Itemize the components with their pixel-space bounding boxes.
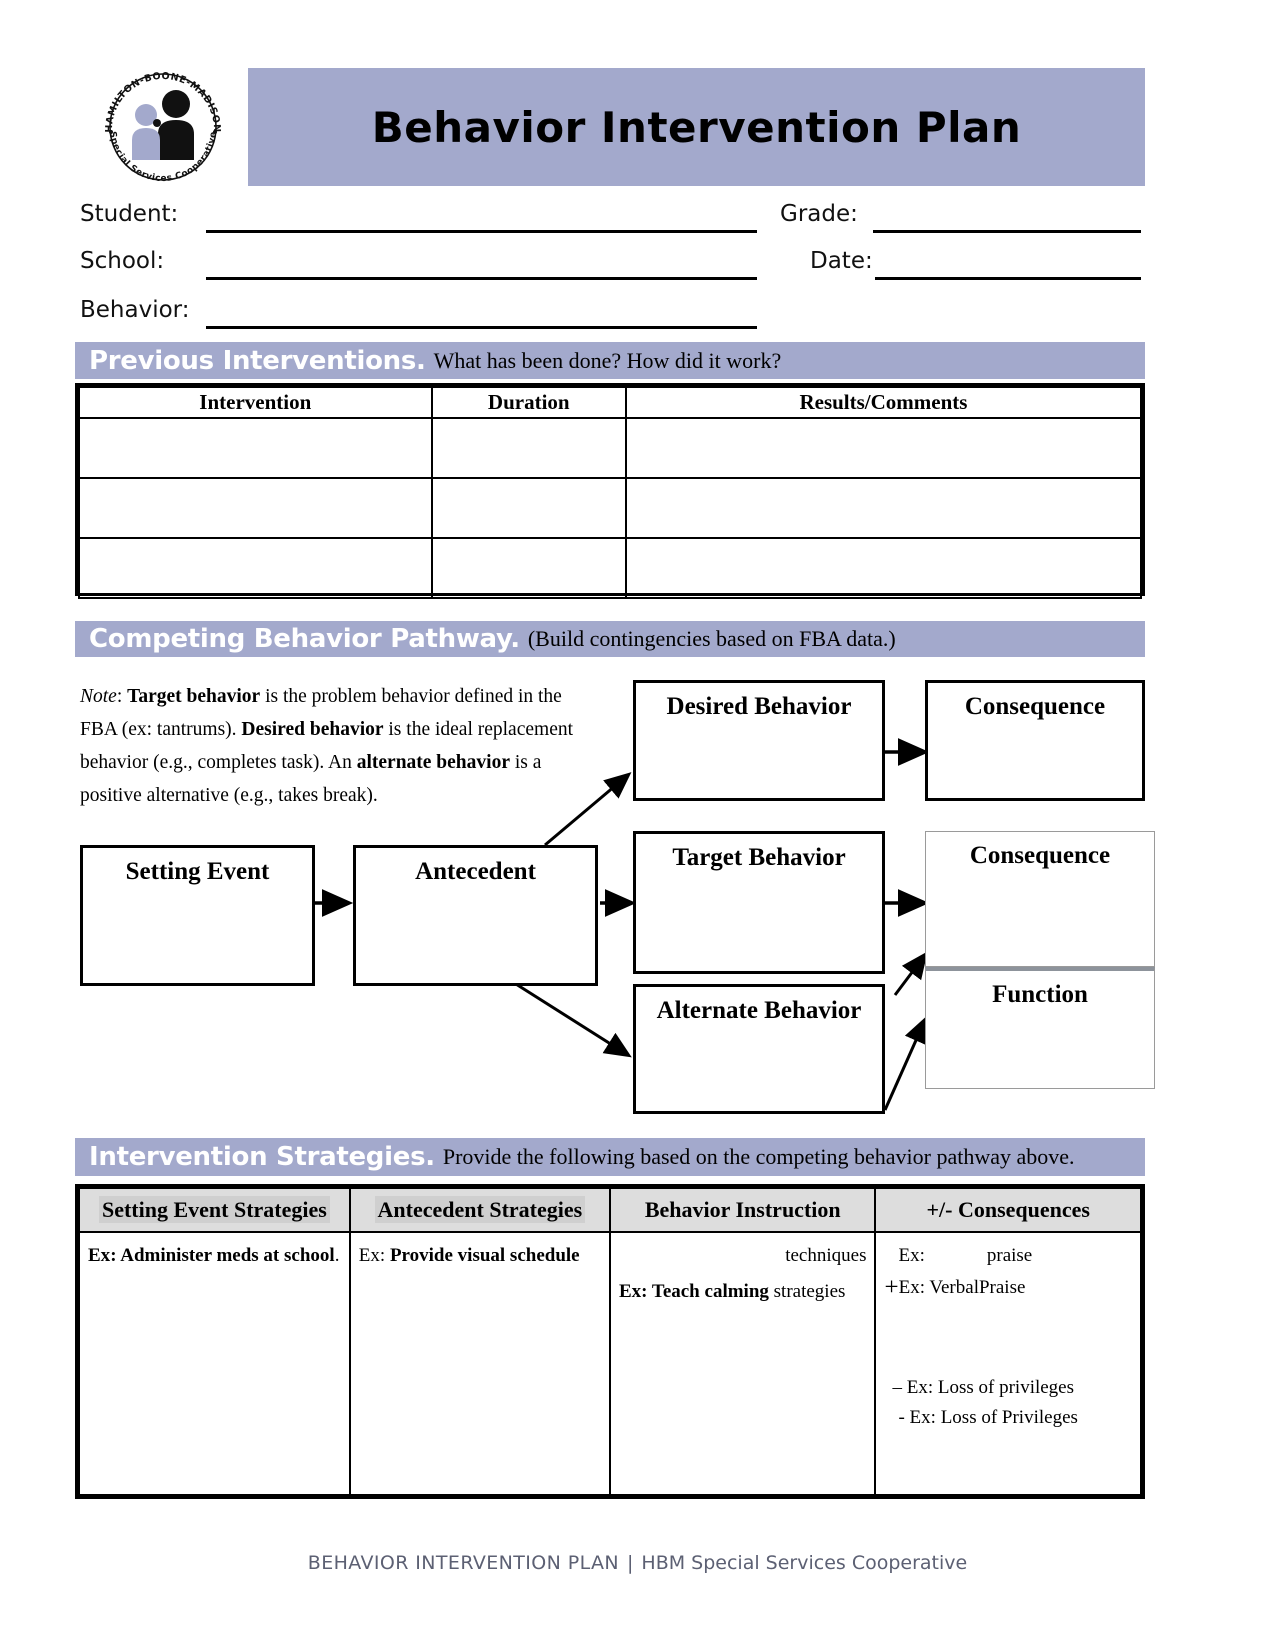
ex-sep: : bbox=[379, 1245, 390, 1266]
ex-prefix: Ex bbox=[88, 1245, 111, 1266]
ex-sep: : bbox=[110, 1245, 121, 1266]
cell-duration[interactable] bbox=[430, 417, 627, 479]
page-footer: BEHAVIOR INTERVENTION PLAN | HBM Special S… bbox=[0, 1552, 1275, 1574]
date-input[interactable] bbox=[875, 277, 1141, 280]
table-row bbox=[78, 417, 1143, 479]
cell-setting-event-strategies[interactable]: Ex: Administer meds at school. bbox=[78, 1231, 351, 1496]
box-alternate-behavior[interactable]: Alternate Behavior bbox=[633, 984, 885, 1114]
box-consequence-target[interactable]: Consequence bbox=[925, 831, 1155, 967]
cell-intervention[interactable] bbox=[78, 537, 433, 599]
footer-separator: | bbox=[627, 1552, 634, 1574]
header-text: Antecedent Strategies bbox=[374, 1196, 586, 1223]
intervention-strategies-banner-subtitle: Provide the following based on the compe… bbox=[442, 1144, 1075, 1169]
behavior-input[interactable] bbox=[206, 326, 757, 329]
plus-icon: + bbox=[884, 1274, 899, 1301]
ex-text: Ex: Loss of privileges bbox=[906, 1377, 1075, 1398]
ex-prefix: Ex: Teach bbox=[618, 1281, 705, 1302]
cell-antecedent-strategies[interactable]: Ex: Provide visual schedule bbox=[348, 1231, 611, 1496]
box-target-behavior[interactable]: Target Behavior bbox=[633, 831, 885, 974]
hbm-logo: HAMILTON-BOONE-MADISON Special Services … bbox=[88, 68, 238, 186]
title-banner: Behavior Intervention Plan bbox=[248, 68, 1145, 186]
ex-label: Ex: bbox=[898, 1245, 925, 1266]
cell-intervention[interactable] bbox=[78, 477, 433, 539]
previous-interventions-banner-title: Previous Interventions. bbox=[89, 345, 426, 376]
ex-text: Ex: VerbalPraise bbox=[898, 1277, 1026, 1298]
document-header: HAMILTON-BOONE-MADISON Special Services … bbox=[0, 68, 1275, 186]
behavior-instruction-line1: techniques bbox=[785, 1245, 867, 1266]
school-label: School: bbox=[80, 248, 165, 274]
column-header-intervention: Intervention bbox=[78, 386, 433, 419]
previous-interventions-banner: Previous Interventions. What has been do… bbox=[75, 342, 1145, 379]
cell-results[interactable] bbox=[624, 537, 1143, 599]
arrow-alternate-to-function bbox=[883, 1015, 927, 1111]
ex-text: Provide visual schedule bbox=[389, 1245, 580, 1266]
consequence-positive-line1: Ex: praise bbox=[884, 1241, 1132, 1271]
competing-behavior-pathway-diagram: Note: Target behavior is the problem beh… bbox=[0, 655, 1275, 1135]
competing-behavior-banner: Competing Behavior Pathway. (Build conti… bbox=[75, 621, 1145, 657]
student-input[interactable] bbox=[206, 230, 757, 233]
intervention-strategies-banner: Intervention Strategies. Provide the fol… bbox=[75, 1138, 1145, 1176]
box-desired-behavior[interactable]: Desired Behavior bbox=[633, 680, 885, 801]
behavior-label: Behavior: bbox=[80, 297, 190, 323]
arrow-target-to-function bbox=[893, 951, 928, 996]
cell-results[interactable] bbox=[624, 477, 1143, 539]
arrow-antecedent-to-desired bbox=[544, 772, 632, 847]
behavior-instruction-line2: Ex: Teach calming strategies bbox=[619, 1277, 867, 1307]
ex-suffix: strategies bbox=[768, 1281, 846, 1302]
table-row bbox=[78, 537, 1143, 599]
ex-bold: calming bbox=[704, 1281, 769, 1302]
header-text: Setting Event Strategies bbox=[98, 1196, 330, 1223]
grade-input[interactable] bbox=[873, 230, 1141, 233]
previous-interventions-banner-subtitle: What has been done? How did it work? bbox=[433, 347, 782, 373]
ex-value: praise bbox=[986, 1245, 1033, 1266]
consequence-positive-line2: +Ex: VerbalPraise bbox=[884, 1273, 1132, 1303]
header-text: Behavior Instruction bbox=[644, 1197, 841, 1222]
table-header-row: Intervention Duration Results/Comments bbox=[78, 386, 1143, 419]
cell-duration[interactable] bbox=[430, 477, 627, 539]
intervention-strategies-banner-title: Intervention Strategies. bbox=[89, 1142, 435, 1172]
competing-behavior-banner-title: Competing Behavior Pathway. bbox=[89, 624, 520, 654]
footer-left: BEHAVIOR INTERVENTION PLAN bbox=[307, 1552, 619, 1574]
column-header-results: Results/Comments bbox=[624, 386, 1143, 419]
column-header-duration: Duration bbox=[430, 386, 627, 419]
footer-right: HBM Special Services Cooperative bbox=[641, 1552, 968, 1574]
ex-prefix: Ex bbox=[358, 1245, 380, 1266]
school-input[interactable] bbox=[206, 277, 757, 280]
box-consequence-desired[interactable]: Consequence bbox=[925, 680, 1145, 801]
column-header-behavior-instruction: Behavior Instruction bbox=[608, 1187, 877, 1233]
table-header-row: Setting Event Strategies Antecedent Stra… bbox=[78, 1187, 1142, 1233]
box-function[interactable]: Function bbox=[925, 967, 1155, 1089]
column-header-antecedent-strategies: Antecedent Strategies bbox=[348, 1187, 611, 1233]
antecedent-example: Ex: Provide visual schedule bbox=[359, 1241, 601, 1271]
header-text: +/- Consequences bbox=[926, 1197, 1090, 1222]
page-title: Behavior Intervention Plan bbox=[371, 102, 1022, 152]
table-row: Ex: Administer meds at school. Ex: Provi… bbox=[78, 1231, 1142, 1496]
setting-event-example: Ex: Administer meds at school. bbox=[88, 1241, 341, 1271]
competing-behavior-banner-subtitle: (Build contingencies based on FBA data.) bbox=[527, 626, 896, 651]
logo-badge-icon: HAMILTON-BOONE-MADISON Special Services … bbox=[104, 71, 222, 184]
ex-suffix: . bbox=[334, 1245, 340, 1266]
ex-text: Administer meds at school bbox=[120, 1245, 335, 1266]
consequence-negative-line1: – Ex: Loss of privileges bbox=[884, 1373, 1132, 1403]
minus-icon: – bbox=[892, 1377, 902, 1398]
student-label: Student: bbox=[80, 201, 179, 227]
column-header-setting-event-strategies: Setting Event Strategies bbox=[78, 1187, 351, 1233]
form-fields: Student: Grade: School: Date: Behavior: bbox=[0, 193, 1275, 333]
table-row bbox=[78, 477, 1143, 539]
grade-label: Grade: bbox=[780, 201, 858, 227]
cell-behavior-instruction[interactable]: techniques Ex: Teach calming strategies bbox=[608, 1231, 877, 1496]
box-setting-event[interactable]: Setting Event bbox=[80, 845, 315, 986]
column-header-consequences: +/- Consequences bbox=[874, 1187, 1142, 1233]
cell-consequences[interactable]: Ex: praise +Ex: VerbalPraise – Ex: Loss o… bbox=[874, 1231, 1142, 1496]
cell-duration[interactable] bbox=[430, 537, 627, 599]
intervention-strategies-table: Setting Event Strategies Antecedent Stra… bbox=[75, 1184, 1145, 1499]
previous-interventions-table: Intervention Duration Results/Comments bbox=[75, 383, 1145, 599]
box-antecedent[interactable]: Antecedent bbox=[353, 845, 598, 986]
consequence-negative-line2: - Ex: Loss of Privileges bbox=[898, 1407, 1078, 1428]
cell-results[interactable] bbox=[624, 417, 1143, 479]
cell-intervention[interactable] bbox=[78, 417, 433, 479]
date-label: Date: bbox=[810, 248, 873, 274]
document-page: HAMILTON-BOONE-MADISON Special Services … bbox=[0, 0, 1275, 1650]
